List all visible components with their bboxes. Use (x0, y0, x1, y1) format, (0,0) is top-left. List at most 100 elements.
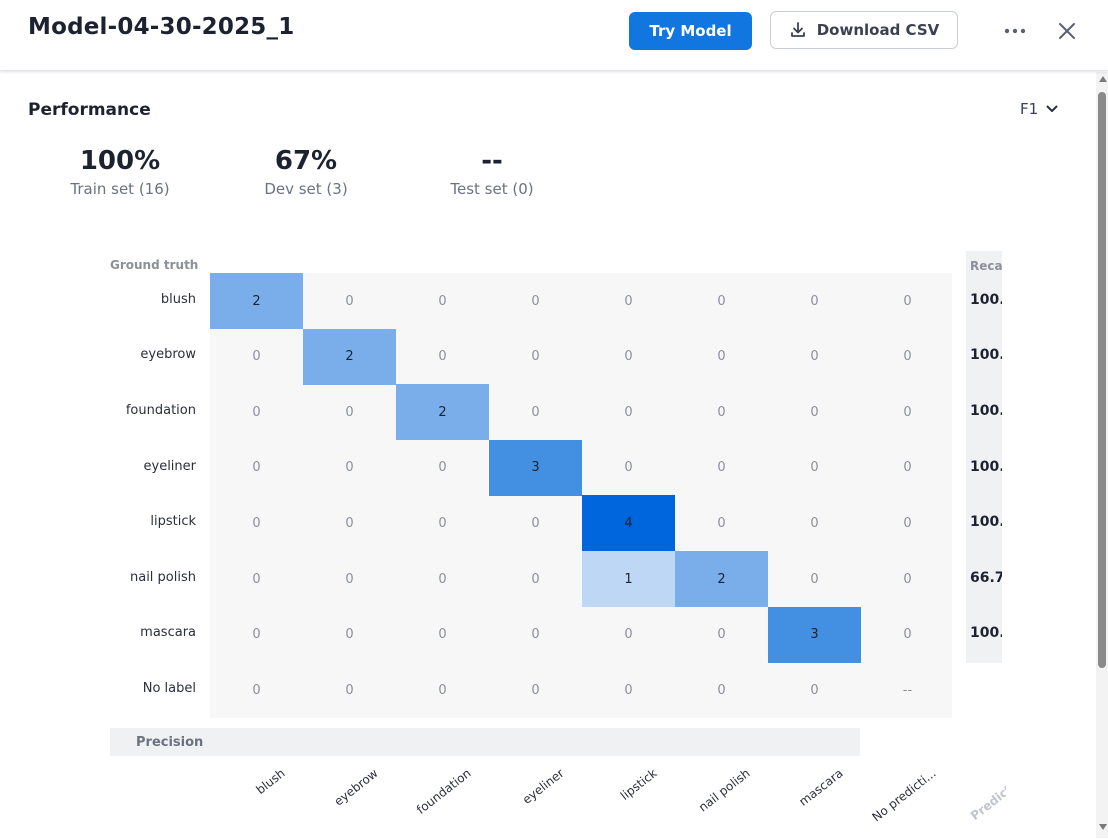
matrix-cell[interactable]: 0 (675, 329, 768, 385)
matrix-cell[interactable]: 0 (210, 329, 303, 385)
matrix-cell[interactable]: 0 (489, 329, 582, 385)
matrix-cell[interactable]: 2 (396, 384, 489, 441)
matrix-cell[interactable]: 0 (396, 551, 489, 607)
matrix-cell[interactable]: 0 (768, 551, 861, 607)
matrix-cell[interactable]: 0 (303, 551, 396, 607)
stat-test-label: Test set (0) (450, 180, 534, 198)
stat-train: 100% Train set (16) (60, 146, 180, 198)
matrix-cell[interactable]: 0 (768, 495, 861, 551)
matrix-cell[interactable]: 2 (210, 273, 303, 330)
performance-title: Performance (28, 100, 151, 120)
matrix-cell[interactable]: 0 (396, 273, 489, 329)
matrix-cell[interactable]: 0 (675, 440, 768, 496)
matrix-cell[interactable]: 0 (489, 495, 582, 551)
more-options-button[interactable] (998, 16, 1032, 46)
matrix-cell[interactable]: 0 (396, 329, 489, 385)
scroll-up-arrow-icon[interactable] (1099, 76, 1107, 82)
matrix-cell[interactable]: 0 (675, 384, 768, 440)
matrix-cell[interactable]: 0 (861, 384, 954, 440)
matrix-cell[interactable]: 0 (396, 662, 489, 718)
matrix-cell[interactable]: 0 (396, 440, 489, 496)
matrix-cell[interactable]: 0 (303, 607, 396, 663)
matrix-cell[interactable]: 0 (303, 440, 396, 496)
matrix-cell[interactable]: 2 (303, 328, 396, 385)
matrix-cell[interactable]: 0 (210, 384, 303, 440)
stat-train-label: Train set (16) (70, 180, 170, 198)
metric-value: F1 (1020, 100, 1039, 118)
matrix-cell[interactable]: 4 (582, 495, 675, 552)
matrix-cell[interactable]: 0 (861, 495, 954, 551)
matrix-cell[interactable]: 2 (675, 551, 768, 608)
matrix-cell[interactable]: 0 (210, 607, 303, 663)
matrix-cell[interactable]: 0 (861, 329, 954, 385)
matrix-cell[interactable]: 0 (303, 384, 396, 440)
matrix-cell[interactable]: 0 (582, 607, 675, 663)
column-label: nail polish (695, 766, 753, 815)
matrix-cell[interactable]: 0 (768, 329, 861, 385)
scroll-down-arrow-icon[interactable] (1099, 824, 1107, 830)
matrix-cell[interactable]: 0 (861, 440, 954, 496)
matrix-cell[interactable]: 0 (675, 662, 768, 718)
matrix-cell[interactable]: 0 (210, 440, 303, 496)
column-label: lipstick (617, 766, 660, 803)
stat-test: -- Test set (0) (432, 146, 552, 198)
row-label: eyeliner (143, 458, 197, 474)
stat-dev: 67% Dev set (3) (246, 146, 366, 198)
matrix-cell[interactable]: 0 (582, 273, 675, 329)
download-csv-button[interactable]: Download CSV (770, 11, 958, 49)
matrix-cell[interactable]: 0 (768, 662, 861, 718)
predicted-header: Predict (968, 782, 1006, 824)
scrollbar-thumb[interactable] (1098, 92, 1106, 668)
row-label: foundation (125, 403, 196, 418)
matrix-cell[interactable]: 0 (861, 551, 954, 607)
matrix-cell[interactable]: 0 (303, 273, 396, 329)
matrix-cell[interactable]: 0 (768, 440, 861, 496)
matrix-cell[interactable]: 0 (675, 495, 768, 551)
matrix-cell[interactable]: 0 (210, 551, 303, 607)
matrix-cell[interactable]: 0 (489, 551, 582, 607)
stat-test-value: -- (481, 146, 503, 176)
matrix-cell[interactable]: 0 (489, 273, 582, 329)
matrix-cell[interactable]: 3 (768, 606, 861, 663)
matrix-cell[interactable]: 0 (582, 662, 675, 718)
recall-value: 100. (970, 458, 1002, 475)
matrix-cell[interactable]: 0 (303, 495, 396, 551)
row-label: nail polish (129, 569, 196, 585)
matrix-cell[interactable]: 0 (582, 384, 675, 440)
download-icon (790, 22, 805, 37)
matrix-cell[interactable]: 0 (861, 607, 954, 663)
matrix-cell[interactable]: 0 (489, 384, 582, 440)
column-label: eyeliner (519, 766, 567, 807)
matrix-cell[interactable]: 3 (489, 439, 582, 496)
matrix-cell[interactable]: 0 (582, 440, 675, 496)
matrix-cell[interactable]: 1 (582, 551, 675, 608)
matrix-cell[interactable]: 0 (396, 495, 489, 551)
matrix-cell[interactable]: 0 (303, 662, 396, 718)
stat-dev-label: Dev set (3) (264, 180, 348, 198)
column-label: eyebrow (331, 766, 381, 809)
matrix-cell[interactable]: 0 (210, 495, 303, 551)
matrix-cell[interactable]: 0 (675, 607, 768, 663)
try-model-button[interactable]: Try Model (629, 12, 752, 50)
close-button[interactable] (1052, 14, 1082, 48)
matrix-cell[interactable]: 0 (210, 662, 303, 718)
recall-value: 100. (970, 347, 1002, 364)
matrix-cell[interactable]: 0 (396, 607, 489, 663)
row-label: blush (160, 291, 196, 307)
matrix-cell[interactable]: 0 (861, 273, 954, 329)
row-label: No label (142, 681, 196, 696)
matrix-cell[interactable]: 0 (768, 273, 861, 329)
matrix-cell[interactable]: 0 (489, 662, 582, 718)
recall-header: Recal (970, 259, 1002, 273)
metric-dropdown[interactable]: F1 (1020, 100, 1058, 118)
download-csv-label: Download CSV (816, 21, 940, 39)
matrix-cell[interactable]: 0 (489, 607, 582, 663)
more-horizontal-icon (1004, 28, 1026, 34)
matrix-cell[interactable]: 0 (675, 273, 768, 329)
matrix-cell[interactable]: 0 (582, 329, 675, 385)
precision-label: Precision (136, 735, 204, 750)
recall-value: 66.7 (970, 569, 1002, 586)
recall-column: Recal 100. 100. 100. 100. 100. 66.7 100. (966, 251, 1002, 663)
matrix-cell[interactable]: 0 (768, 384, 861, 440)
matrix-cell[interactable]: -- (861, 662, 954, 718)
